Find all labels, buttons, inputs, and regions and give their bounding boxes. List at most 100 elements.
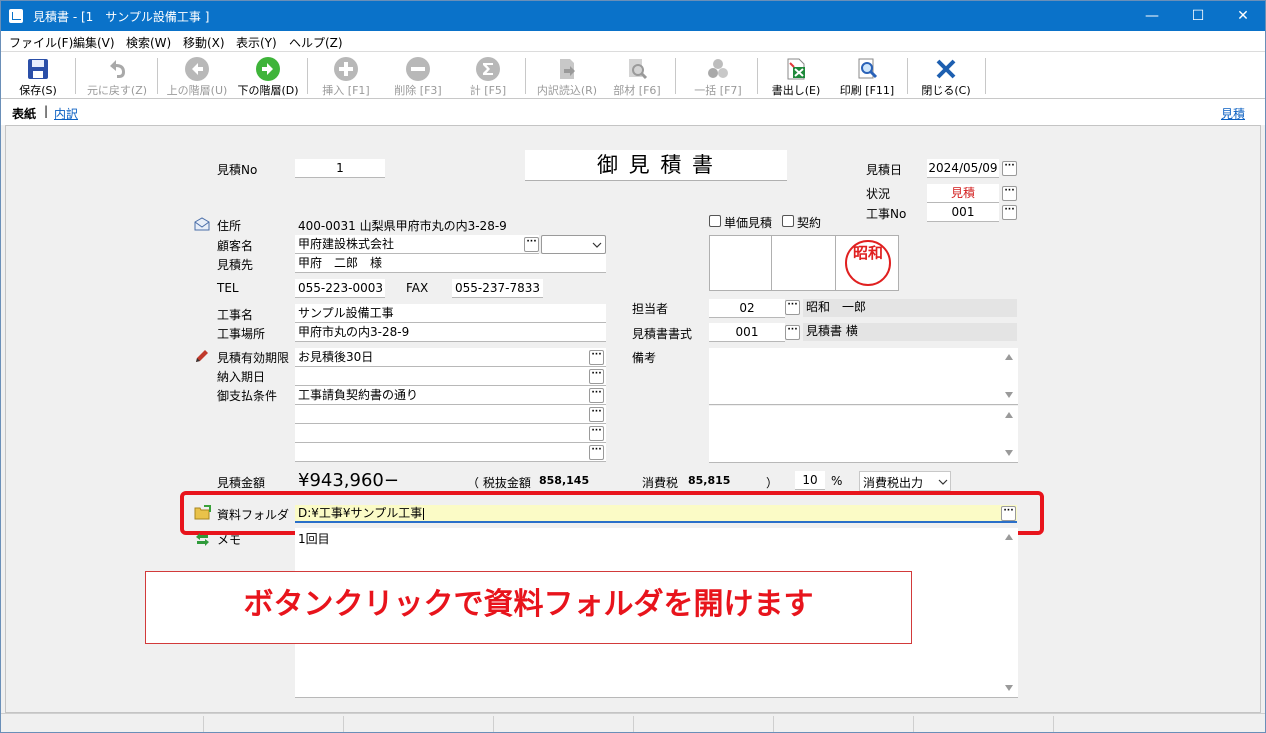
close-window-button[interactable]: ✕ (1220, 1, 1265, 31)
person-name-field: 昭和 一郎 (803, 299, 1017, 317)
format-label: 見積書書式 (632, 327, 693, 341)
fax-field[interactable]: 055-237-7833 (452, 279, 543, 298)
arrow-left-icon (185, 57, 209, 81)
tab-bar: 表紙 | 内訳 見積 (1, 99, 1265, 125)
person-code-field[interactable]: 02 (709, 299, 785, 318)
sigma-icon (476, 57, 500, 81)
recipient-label: 見積先 (217, 258, 254, 272)
status-picker-button[interactable]: ··· (1002, 186, 1017, 201)
pencil-icon (194, 348, 210, 364)
document-import-icon (555, 57, 579, 81)
parts-button[interactable]: 部材 [F6] (605, 55, 669, 97)
memo-scrollbar[interactable] (1001, 528, 1018, 697)
delivery-field[interactable] (295, 367, 606, 386)
validity-label: 見積有効期限 (217, 351, 290, 365)
tax-rate-field[interactable]: 10 (795, 471, 825, 490)
tax-value: 85,815 (688, 474, 731, 487)
job-no-picker-button[interactable]: ··· (1002, 205, 1017, 220)
payment-picker-button[interactable]: ··· (589, 388, 604, 403)
delivery-picker-button[interactable]: ··· (589, 369, 604, 384)
print-button[interactable]: 印刷 [F11] (833, 55, 901, 97)
tel-field[interactable]: 055-223-0003 (295, 279, 385, 298)
total-button[interactable]: 計 [F5] (457, 55, 519, 97)
fax-label: FAX (406, 281, 429, 295)
print-preview-icon (855, 57, 879, 81)
tab-cover[interactable]: 表紙 (12, 105, 36, 122)
contract-checkbox[interactable] (782, 215, 794, 227)
undo-button[interactable]: 元に戻す(Z) (81, 55, 153, 97)
delete-button[interactable]: 削除 [F3] (385, 55, 451, 97)
close-button[interactable]: 閉じる(C) (913, 55, 979, 97)
estimate-no-label: 見積No (217, 163, 258, 177)
tab-separator: | (44, 104, 49, 118)
format-code-field[interactable]: 001 (709, 323, 785, 342)
address-value: 400-0031 山梨県甲府市丸の内3-28-9 (298, 219, 507, 233)
up-level-button[interactable]: 上の階層(U) (161, 55, 233, 97)
load-detail-button[interactable]: 内訳読込(R) (531, 55, 603, 97)
job-name-label: 工事名 (217, 308, 254, 322)
person-picker-button[interactable]: ··· (785, 300, 800, 315)
save-button[interactable]: 保存(S) (7, 55, 69, 97)
customer-picker-button[interactable]: ··· (524, 237, 539, 252)
document-title: 御 見 積 書 (525, 150, 787, 181)
notes-textarea-1[interactable] (709, 348, 1018, 405)
menu-edit[interactable]: 編集(V) (73, 34, 115, 51)
customer-title-select[interactable] (541, 235, 606, 254)
payment-extra-picker-1[interactable]: ··· (589, 407, 604, 422)
insert-button[interactable]: 挿入 [F1] (313, 55, 379, 97)
payment-extra-field-3[interactable] (295, 443, 606, 462)
export-button[interactable]: 書出し(E) (763, 55, 829, 97)
menu-file[interactable]: ファイル(F) (9, 34, 73, 51)
delivery-label: 納入期日 (217, 370, 266, 384)
unit-price-checkbox[interactable] (709, 215, 721, 227)
validity-field[interactable]: お見積後30日 (295, 348, 606, 367)
payment-extra-field-2[interactable] (295, 424, 606, 443)
validity-picker-button[interactable]: ··· (589, 350, 604, 365)
undo-arrow-icon (105, 57, 129, 81)
tab-detail[interactable]: 内訳 (54, 105, 78, 122)
minus-icon (406, 57, 430, 81)
seal-stamp-icon: 昭和 (845, 240, 891, 286)
notes-textarea-2[interactable] (709, 406, 1018, 463)
notes-scrollbar-2[interactable] (1001, 406, 1018, 462)
notes-scrollbar-1[interactable] (1001, 348, 1018, 404)
payment-label: 御支払条件 (217, 389, 278, 403)
unit-price-label: 単価見積 (724, 216, 773, 230)
menu-help[interactable]: ヘルプ(Z) (289, 34, 343, 51)
menu-search[interactable]: 検索(W) (126, 34, 171, 51)
down-level-button[interactable]: 下の階層(D) (233, 55, 303, 97)
menu-view[interactable]: 表示(Y) (236, 34, 277, 51)
minimize-button[interactable]: — (1129, 1, 1175, 31)
menu-bar: ファイル(F) 編集(V) 検索(W) 移動(X) 表示(Y) ヘルプ(Z) (1, 31, 1265, 52)
site-label: 工事場所 (217, 327, 266, 341)
payment-extra-picker-3[interactable]: ··· (589, 445, 604, 460)
chevron-down-icon (592, 242, 602, 248)
date-picker-button[interactable]: ··· (1002, 161, 1017, 176)
magnifier-icon (625, 57, 649, 81)
date-field[interactable]: 2024/05/09 (927, 159, 999, 178)
estimate-link[interactable]: 見積 (1221, 105, 1245, 122)
customer-field[interactable]: 甲府建設株式会社 (295, 235, 539, 254)
site-field[interactable]: 甲府市丸の内3-28-9 (295, 323, 606, 342)
refresh-arrows-icon (194, 531, 211, 547)
recipient-field[interactable]: 甲府 二郎 様 (295, 254, 606, 273)
status-field[interactable]: 見積 (927, 184, 999, 203)
title-bar: 見積書 - [1 サンプル設備工事 ] — ☐ ✕ (1, 1, 1265, 31)
job-no-field[interactable]: 001 (927, 203, 999, 222)
payment-extra-field-1[interactable] (295, 405, 606, 424)
tax-mode-select[interactable]: 消費税出力 (859, 471, 951, 491)
maximize-button[interactable]: ☐ (1175, 1, 1221, 31)
estimate-window: 見積書 - [1 サンプル設備工事 ] — ☐ ✕ ファイル(F) 編集(V) … (0, 0, 1266, 733)
contract-label: 契約 (797, 216, 822, 230)
format-picker-button[interactable]: ··· (785, 325, 800, 340)
estimate-no-field[interactable]: 1 (295, 159, 385, 178)
payment-extra-picker-2[interactable]: ··· (589, 426, 604, 441)
batch-button[interactable]: 一括 [F7] (685, 55, 751, 97)
stamp-area: 昭和 (709, 235, 899, 291)
job-name-field[interactable]: サンプル設備工事 (295, 304, 606, 323)
floppy-disk-icon (26, 57, 50, 81)
menu-move[interactable]: 移動(X) (183, 34, 225, 51)
payment-field[interactable]: 工事請負契約書の通り (295, 386, 606, 405)
address-label: 住所 (217, 219, 242, 233)
tax-label: 消費税 (642, 476, 679, 490)
